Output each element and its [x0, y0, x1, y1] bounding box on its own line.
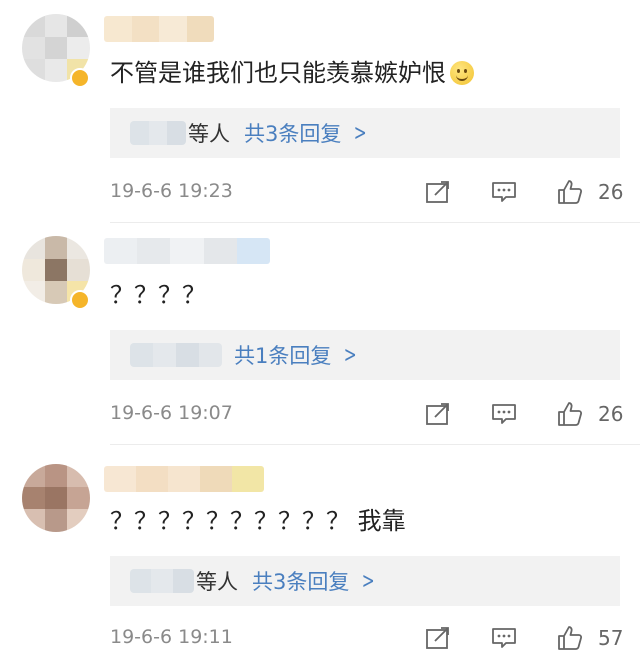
like-count: 57 — [598, 626, 624, 650]
comment-item: ？？？？ 共1条回复 > 19-6-6 19:07 26 — [0, 222, 640, 444]
thumbs-up-icon[interactable] — [556, 400, 586, 430]
like-count: 26 — [598, 402, 624, 426]
comment-text: ？？？？？？？？？？ 我靠 — [110, 507, 406, 535]
reply-summary[interactable]: 等人 共3条回复 > — [110, 556, 620, 606]
chevron-right-icon: > — [344, 342, 358, 368]
verified-badge-icon — [70, 68, 90, 88]
avatar[interactable] — [22, 464, 90, 532]
comment-time: 19-6-6 19:07 — [110, 402, 233, 424]
thumbs-up-icon[interactable] — [556, 178, 586, 208]
share-icon[interactable] — [424, 400, 454, 430]
reply-count-link[interactable]: 共3条回复 — [244, 118, 341, 148]
chevron-right-icon: > — [354, 120, 368, 146]
comment-icon[interactable] — [490, 178, 520, 208]
verified-badge-icon — [70, 290, 90, 310]
comment-meta: 19-6-6 19:07 26 — [110, 400, 640, 430]
chevron-right-icon: > — [362, 568, 376, 594]
reply-users-label: 等人 — [188, 122, 230, 146]
comment-time: 19-6-6 19:11 — [110, 626, 233, 648]
reply-username — [130, 569, 194, 593]
comment-icon[interactable] — [490, 400, 520, 430]
reply-users-label: 等人 — [196, 570, 238, 594]
reply-count-link[interactable]: 共3条回复 — [252, 566, 349, 596]
share-icon[interactable] — [424, 178, 454, 208]
comment-meta: 19-6-6 19:23 26 — [110, 178, 640, 208]
like-count: 26 — [598, 180, 624, 204]
reply-summary[interactable]: 等人 共3条回复 > — [110, 108, 620, 158]
comment-item: 不管是谁我们也只能羡慕嫉妒恨 等人 共3条回复 > 19-6-6 19:23 2… — [0, 0, 640, 220]
comment-time: 19-6-6 19:23 — [110, 180, 233, 202]
share-icon[interactable] — [424, 624, 454, 654]
comment-meta: 19-6-6 19:11 57 — [110, 624, 640, 654]
thumbs-up-icon[interactable] — [556, 624, 586, 654]
reply-username — [130, 121, 186, 145]
reply-summary[interactable]: 共1条回复 > — [110, 330, 620, 380]
username[interactable] — [104, 238, 270, 264]
comment-item: ？？？？？？？？？？ 我靠 等人 共3条回复 > 19-6-6 19:11 57 — [0, 444, 640, 651]
comment-icon[interactable] — [490, 624, 520, 654]
comment-text: ？？？？ — [110, 281, 206, 309]
username[interactable] — [104, 16, 214, 42]
reply-count-link[interactable]: 共1条回复 — [234, 340, 331, 370]
smile-emoji-icon — [450, 61, 474, 85]
username[interactable] — [104, 466, 264, 492]
reply-username — [130, 343, 222, 367]
comment-text: 不管是谁我们也只能羡慕嫉妒恨 — [110, 58, 474, 88]
